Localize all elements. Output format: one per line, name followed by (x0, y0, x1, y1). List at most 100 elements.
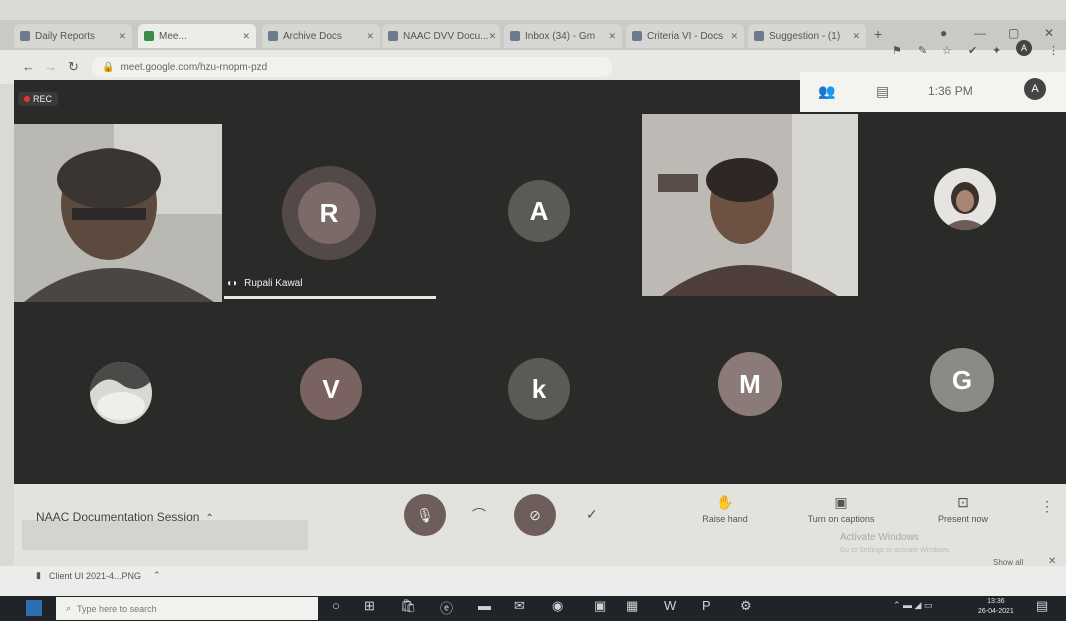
participant-video-tile[interactable] (14, 124, 222, 302)
meeting-title-text: NAAC Documentation Session (36, 510, 200, 524)
browser-tab[interactable]: Daily Reports ✕ (14, 24, 132, 48)
avatar[interactable]: A (1016, 40, 1032, 56)
favicon-icon (632, 31, 642, 41)
avatar[interactable]: A (1024, 78, 1046, 100)
star-icon[interactable]: ☆ (942, 44, 952, 57)
new-tab-button[interactable]: + (874, 26, 882, 42)
participant-avatar-m[interactable]: M (718, 352, 782, 416)
participant-avatar-a[interactable]: A (508, 180, 570, 242)
close-icon[interactable]: ✕ (608, 31, 616, 42)
close-icon[interactable]: ✕ (852, 31, 860, 42)
participant-avatar-g[interactable]: G (930, 348, 994, 412)
chevron-up-icon: ⌃ (205, 513, 214, 524)
close-icon[interactable]: ✕ (1048, 556, 1056, 567)
raise-hand-button[interactable]: ✋ Raise hand (680, 494, 770, 524)
extension-icon[interactable]: ✎ (918, 44, 927, 57)
more-options-icon[interactable]: ⋮ (1040, 498, 1054, 515)
participant-photo-avatar[interactable] (934, 168, 996, 230)
menu-kebab-icon[interactable]: ⋮ (1048, 44, 1059, 57)
mic-off-icon: 🎙 (416, 507, 434, 523)
url-text: meet.google.com/hzu-rnopm-pzd (120, 61, 268, 73)
settings-gear-icon[interactable]: ⚙ (740, 598, 752, 614)
close-icon[interactable]: ✕ (730, 31, 738, 42)
close-icon[interactable]: ✕ (242, 31, 250, 42)
participant-avatar-k[interactable]: k (508, 358, 570, 420)
maximize-icon[interactable]: ▢ (1008, 26, 1019, 40)
meeting-title[interactable]: NAAC Documentation Session ⌃ (36, 510, 214, 524)
meet-clock: 1:36 PM (928, 84, 973, 98)
forward-arrow-icon[interactable]: → (44, 59, 57, 74)
cortana-icon[interactable]: ○ (332, 598, 340, 613)
hang-up-icon[interactable]: ⌒ (472, 505, 486, 525)
profile-icon[interactable]: ● (940, 26, 947, 40)
chrome-icon[interactable]: ◉ (552, 598, 563, 614)
audio-wave-icon: ◖◗ (226, 278, 239, 289)
back-arrow-icon[interactable]: ← (22, 59, 35, 74)
check-icon[interactable]: ✔ (968, 44, 977, 57)
powerpoint-icon[interactable]: P (702, 598, 711, 613)
file-explorer-icon[interactable]: ▬ (478, 598, 491, 613)
clock-time: 13:36 (987, 598, 1005, 605)
favicon-icon (388, 31, 398, 41)
camera-off-button[interactable]: ⊘ (514, 494, 556, 536)
favicon-icon (754, 31, 764, 41)
notification-icon[interactable]: ▤ (1036, 598, 1048, 614)
close-icon[interactable]: ✕ (366, 31, 374, 42)
meet-favicon-icon (144, 31, 154, 41)
participant-video-tile[interactable] (642, 114, 858, 296)
mic-off-button[interactable]: 🎙 (404, 494, 446, 536)
app-icon[interactable]: ▣ (594, 598, 606, 614)
chat-icon[interactable]: ▤ (876, 83, 889, 100)
favicon-icon (268, 31, 278, 41)
participant-video (14, 124, 222, 302)
meet-top-right-panel: 👥 ▤ 1:36 PM A (800, 72, 1066, 112)
tab-label: Mee... (159, 30, 187, 42)
reload-icon[interactable]: ↻ (68, 59, 79, 75)
browser-tab[interactable]: Suggestion - (1) ✕ (748, 24, 866, 48)
hand-icon: ✋ (716, 494, 734, 510)
present-now-button[interactable]: ⊡ Present now (918, 494, 1008, 524)
participant-avatar-r[interactable]: R (298, 182, 360, 244)
browser-tab[interactable]: Inbox (34) - Gm ✕ (504, 24, 622, 48)
participant-photo-avatar[interactable] (90, 362, 152, 424)
system-tray-icons[interactable]: ⌃ ▬ ◢ ▭ (893, 600, 932, 611)
windows-start-icon[interactable] (26, 600, 42, 616)
mail-icon[interactable]: ✉ (514, 598, 525, 614)
browser-tab[interactable]: Criteria VI - Docs ✕ (626, 24, 744, 48)
browser-tab-active[interactable]: Mee... ✕ (138, 24, 256, 48)
search-placeholder: Type here to search (77, 603, 157, 614)
camera-off-icon: ⊘ (529, 507, 541, 523)
close-icon[interactable]: ✕ (118, 31, 126, 42)
puzzle-icon[interactable]: ✦ (992, 44, 1001, 57)
activate-windows-subtext: Go to Settings to activate Windows. (840, 547, 951, 554)
taskbar-search-input[interactable]: ⌕ Type here to search (56, 597, 318, 620)
task-view-icon[interactable]: ⊞ (364, 598, 375, 614)
tab-label: NAAC DVV Docu... (403, 30, 489, 42)
minimize-icon[interactable]: — (974, 26, 986, 40)
extension-icon[interactable]: ⚑ (892, 44, 902, 57)
close-icon[interactable]: ✕ (489, 31, 497, 42)
tab-label: Daily Reports (35, 30, 96, 42)
close-window-icon[interactable]: ✕ (1044, 26, 1054, 40)
browser-tab[interactable]: Archive Docs ✕ (262, 24, 380, 48)
download-item[interactable]: ▮ Client UI 2021-4...PNG ⌃ (36, 570, 161, 581)
word-icon[interactable]: W (664, 598, 676, 613)
captions-label: Turn on captions (807, 514, 875, 524)
browser-tab[interactable]: NAAC DVV Docu... ✕ (382, 24, 500, 48)
people-icon[interactable]: 👥 (818, 83, 835, 100)
browser-tab-strip: Daily Reports ✕ Mee... ✕ Archive Docs ✕ … (0, 20, 1066, 50)
favicon-icon (20, 31, 30, 41)
speaker-name: Rupali Kawal (244, 278, 303, 289)
edge-icon[interactable]: ⓔ (440, 598, 453, 617)
show-all-link[interactable]: Show all (993, 558, 1023, 567)
store-icon[interactable]: 🛍 (400, 598, 417, 614)
url-field[interactable]: 🔒 meet.google.com/hzu-rnopm-pzd (92, 57, 612, 77)
participant-avatar-v[interactable]: V (300, 358, 362, 420)
chevron-up-icon[interactable]: ⌃ (153, 570, 161, 581)
record-dot-icon (24, 96, 30, 102)
checkmark-icon[interactable]: ✓ (586, 506, 598, 523)
captions-button[interactable]: ▣ Turn on captions (796, 494, 886, 524)
taskbar-clock[interactable]: 13:36 26-04-2021 (978, 597, 1014, 617)
excel-icon[interactable]: ▦ (626, 598, 638, 614)
tab-label: Inbox (34) - Gm (525, 30, 596, 42)
